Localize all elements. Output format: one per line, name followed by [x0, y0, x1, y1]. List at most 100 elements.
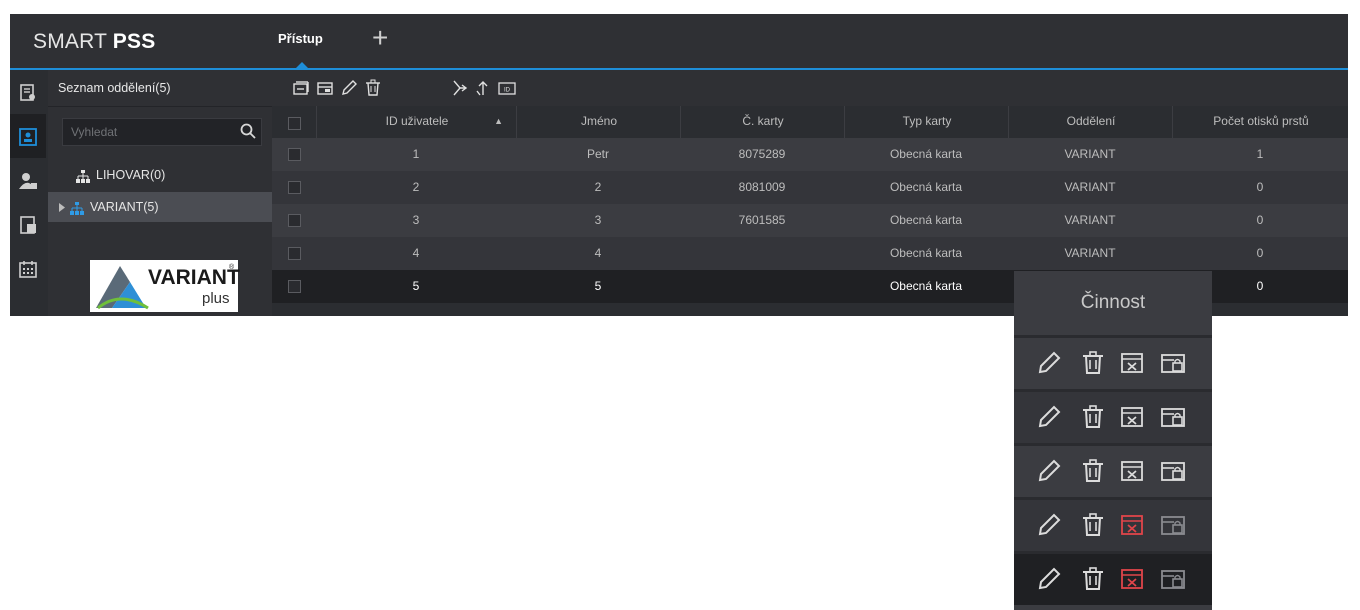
add-user-icon[interactable]: [292, 79, 310, 97]
delete-icon[interactable]: [1080, 566, 1106, 592]
edit-icon[interactable]: [1036, 512, 1062, 538]
access-card-icon[interactable]: [18, 127, 38, 147]
user-lock-icon[interactable]: [18, 171, 38, 191]
access-permission-icon[interactable]: [1160, 566, 1186, 592]
header-label: Č. karty: [742, 114, 784, 128]
cell-department: VARIANT: [1064, 180, 1116, 194]
user-toolbar: ID: [272, 70, 1348, 106]
export-icon[interactable]: [474, 79, 492, 97]
brand-name: VARIANT: [148, 266, 240, 289]
delete-icon[interactable]: [1080, 512, 1106, 538]
tree-node-variant[interactable]: VARIANT(5): [48, 192, 272, 222]
calendar-icon[interactable]: [18, 259, 38, 279]
add-tab-button[interactable]: +: [372, 24, 388, 52]
sort-asc-icon[interactable]: ▲: [494, 106, 503, 136]
issue-card-icon[interactable]: [1120, 512, 1146, 538]
edit-icon[interactable]: [1036, 566, 1062, 592]
access-permission-icon[interactable]: [1160, 404, 1186, 430]
header-user-id[interactable]: ID uživatele ▲: [316, 106, 517, 138]
header-select-all: [272, 106, 316, 138]
card-operation-icon[interactable]: [1120, 350, 1146, 376]
action-column-title: Činnost: [1014, 271, 1212, 335]
org-tree-icon: [76, 170, 90, 183]
module-sidebar: [10, 70, 46, 316]
add-card-icon[interactable]: [316, 79, 334, 97]
action-row: [1014, 389, 1212, 443]
row-checkbox[interactable]: [288, 214, 301, 227]
cell-card-type: Obecná karta: [889, 279, 963, 293]
header-name[interactable]: Jméno: [516, 106, 681, 138]
expand-arrow-icon[interactable]: [59, 203, 65, 212]
cell-user-id: 1: [412, 147, 420, 161]
header-label: ID uživatele: [385, 114, 449, 128]
edit-icon[interactable]: [1036, 404, 1062, 430]
id-card-icon[interactable]: ID: [498, 79, 516, 97]
card-operation-icon[interactable]: [1120, 404, 1146, 430]
header-label: Oddělení: [1066, 114, 1116, 128]
row-checkbox[interactable]: [288, 181, 301, 194]
department-list-title: Seznam oddělení(5): [58, 81, 171, 95]
table-row[interactable]: 3 3 7601585 Obecná karta VARIANT 0: [272, 204, 1348, 237]
cell-fingerprints: 0: [1256, 180, 1264, 194]
cell-fingerprints: 0: [1256, 213, 1264, 227]
active-tab-indicator: [296, 62, 308, 68]
edit-icon[interactable]: [1036, 350, 1062, 376]
logo-text-bold: PSS: [112, 30, 156, 53]
cell-card-number: [680, 270, 844, 303]
department-list-header: Seznam oddělení(5): [48, 70, 272, 107]
search-input[interactable]: Vyhledat: [62, 118, 262, 146]
cell-card-type: Obecná karta: [889, 246, 963, 260]
row-checkbox[interactable]: [288, 247, 301, 260]
cell-card-number: 8075289: [738, 147, 786, 161]
delete-icon[interactable]: [1080, 404, 1106, 430]
action-row-selected: [1014, 551, 1212, 605]
cell-department: VARIANT: [1064, 213, 1116, 227]
select-all-checkbox[interactable]: [288, 117, 301, 130]
search-icon[interactable]: [239, 122, 257, 140]
header-fingerprints[interactable]: Počet otisků prstů: [1172, 106, 1348, 138]
cell-user-id: 2: [412, 180, 420, 194]
import-icon[interactable]: [450, 79, 468, 97]
svg-text:ID: ID: [504, 88, 511, 94]
access-permission-icon[interactable]: [1160, 458, 1186, 484]
delete-icon[interactable]: [1080, 458, 1106, 484]
header-label: Počet otisků prstů: [1213, 114, 1309, 128]
cell-name: 2: [594, 180, 602, 194]
card-operation-icon[interactable]: [1120, 458, 1146, 484]
search-placeholder: Vyhledat: [71, 125, 118, 139]
cell-fingerprints: 1: [1256, 147, 1264, 161]
cell-card-number: [680, 237, 844, 270]
cell-name: 3: [594, 213, 602, 227]
row-checkbox[interactable]: [288, 148, 301, 161]
door-icon[interactable]: [18, 215, 38, 235]
issue-card-icon[interactable]: [1120, 566, 1146, 592]
cell-card-type: Obecná karta: [889, 147, 963, 161]
cell-card-type: Obecná karta: [889, 213, 963, 227]
header-card-number[interactable]: Č. karty: [680, 106, 845, 138]
tab-pristup[interactable]: Přístup: [278, 31, 323, 46]
cell-user-id: 4: [412, 246, 420, 260]
edit-icon[interactable]: [1036, 458, 1062, 484]
header-card-type[interactable]: Typ karty: [844, 106, 1009, 138]
table-row[interactable]: 1 Petr 8075289 Obecná karta VARIANT 1: [272, 138, 1348, 171]
delete-icon[interactable]: [1080, 350, 1106, 376]
access-permission-icon[interactable]: [1160, 512, 1186, 538]
action-row: [1014, 443, 1212, 497]
org-tree-icon: [70, 202, 84, 215]
edit-icon[interactable]: [340, 79, 358, 97]
table-row[interactable]: 4 4 Obecná karta VARIANT 0: [272, 237, 1348, 270]
cell-department: VARIANT: [1064, 246, 1116, 260]
tree-node-label: VARIANT(5): [90, 200, 159, 214]
row-checkbox[interactable]: [288, 280, 301, 293]
delete-icon[interactable]: [364, 79, 382, 97]
tree-node-lihovar[interactable]: LIHOVAR(0): [48, 160, 272, 190]
cell-card-number: 8081009: [738, 180, 786, 194]
table-row[interactable]: 2 2 8081009 Obecná karta VARIANT 0: [272, 171, 1348, 204]
access-permission-icon[interactable]: [1160, 350, 1186, 376]
cell-name: 5: [594, 279, 602, 293]
header-department[interactable]: Oddělení: [1008, 106, 1173, 138]
brand-registered: ®: [229, 264, 235, 271]
user-record-icon[interactable]: [18, 83, 38, 103]
cell-name: Petr: [586, 147, 609, 161]
logo-text: SMART: [33, 30, 113, 53]
